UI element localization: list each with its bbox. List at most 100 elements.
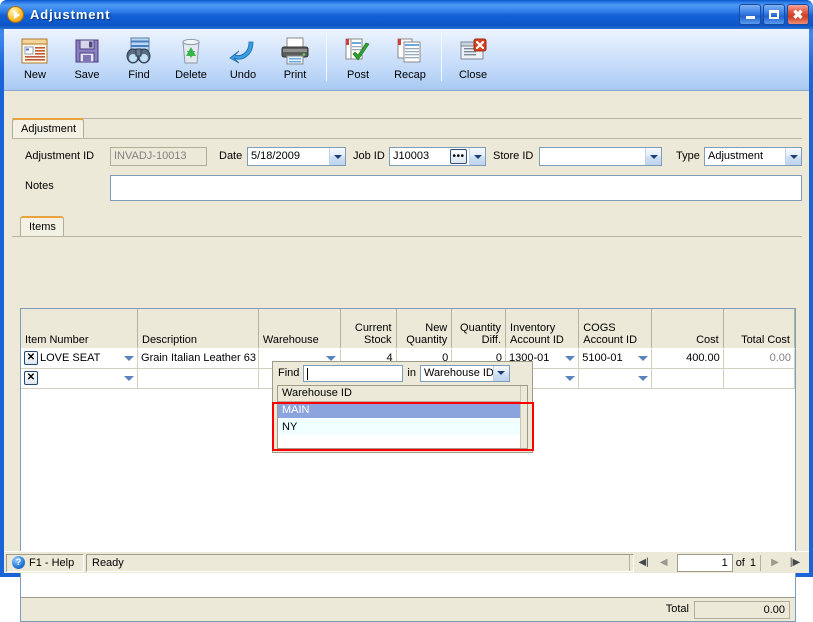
grid-cell-cogs_account_id[interactable]: [579, 369, 653, 388]
date-value: 5/18/2009: [251, 150, 300, 162]
next-record-icon[interactable]: ▶: [765, 554, 785, 572]
toolbar-label: Close: [458, 69, 488, 81]
cell-dropdown-icon[interactable]: [635, 351, 650, 366]
toolbar-save-button[interactable]: Save: [61, 29, 113, 87]
notes-field[interactable]: [110, 175, 802, 201]
record-navigator: ◀| ◀ 1 of 1 ▶ |▶: [625, 553, 805, 573]
undo-arrow-icon: [227, 34, 259, 68]
tab-label: Adjustment: [21, 123, 77, 135]
find-row: Find in Warehouse ID: [273, 362, 532, 384]
floppy-disk-icon: [72, 34, 102, 68]
toolbar-undo-button[interactable]: Undo: [217, 29, 269, 87]
grid-cell-cost[interactable]: [652, 369, 724, 388]
toolbar-separator: [326, 33, 327, 81]
delete-row-icon[interactable]: ✕: [24, 371, 38, 386]
header-line-1: [142, 322, 254, 334]
job-id-lookup-button[interactable]: •••: [450, 149, 467, 164]
first-record-icon[interactable]: ◀|: [634, 554, 654, 572]
toolbar-label: Delete: [175, 69, 207, 81]
cell-dropdown-icon[interactable]: [562, 351, 577, 366]
toolbar-recap-button[interactable]: Recap: [384, 29, 436, 87]
toolbar-post-button[interactable]: Post: [332, 29, 384, 87]
header-line-2: Account ID: [510, 334, 564, 346]
header-line-1: [25, 322, 133, 334]
grid-cell-description[interactable]: [138, 369, 259, 388]
job-id-dropdown-icon[interactable]: [469, 148, 485, 165]
cell-dropdown-icon[interactable]: [121, 371, 136, 386]
warehouse-options: MAIN NY: [278, 402, 527, 436]
header-line-1: New: [425, 322, 448, 334]
grid-header-cost[interactable]: Cost: [652, 309, 724, 348]
warehouse-find-popup: Find in Warehouse ID Warehouse ID MAIN NY: [272, 361, 533, 453]
tab-items[interactable]: Items: [20, 216, 64, 236]
grid-header-new_quantity[interactable]: New Quantity: [396, 309, 453, 348]
cell-text: 0.00: [769, 352, 791, 364]
recycle-bin-icon: [177, 34, 205, 68]
header-line-2: Diff.: [481, 334, 502, 346]
grid-cell-description[interactable]: Grain Italian Leather 63 ]: [138, 349, 259, 368]
close-button[interactable]: ✖: [787, 4, 809, 25]
grid-cell-item_number[interactable]: ✕ LOVE SEAT: [21, 349, 139, 368]
in-label: in: [407, 367, 416, 379]
date-field[interactable]: 5/18/2009: [247, 147, 346, 166]
find-input[interactable]: [303, 364, 404, 382]
last-record-icon[interactable]: |▶: [785, 554, 805, 572]
grid-header-inventory_account_id[interactable]: Inventory Account ID: [506, 309, 580, 348]
grid-cell-cogs_account_id[interactable]: 5100-01: [579, 349, 653, 368]
toolbar-new-button[interactable]: New: [9, 29, 61, 87]
toolbar-print-button[interactable]: Print: [269, 29, 321, 87]
grid-header-quantity_diff[interactable]: Quantity Diff.: [452, 309, 507, 348]
grid-header-current_stock[interactable]: Current Stock: [340, 309, 397, 348]
warehouse-list-header: Warehouse ID: [278, 386, 527, 402]
toolbar-find-button[interactable]: Find: [113, 29, 165, 87]
cell-dropdown-icon[interactable]: [562, 371, 577, 386]
maximize-button[interactable]: [763, 4, 785, 25]
type-dropdown-icon[interactable]: [785, 148, 801, 165]
header-line-2: Item Number: [25, 334, 89, 346]
type-field[interactable]: Adjustment: [704, 147, 802, 166]
tab-adjustment[interactable]: Adjustment: [12, 118, 84, 138]
total-value: 0.00: [694, 601, 790, 619]
grid-header-cogs_account_id[interactable]: COGS Account ID: [579, 309, 653, 348]
grid-cell-cost[interactable]: 400.00: [652, 349, 724, 368]
grid-cell-item_number[interactable]: ✕: [21, 369, 139, 388]
grid-header-warehouse[interactable]: Warehouse: [258, 309, 341, 348]
total-pages: 1: [749, 556, 756, 569]
status-bar: ? F1 - Help Ready ◀| ◀ 1 of 1 ▶ |▶: [4, 551, 809, 573]
new-document-icon: [19, 34, 51, 68]
warehouse-option[interactable]: NY: [278, 419, 527, 436]
help-hint[interactable]: ? F1 - Help: [6, 553, 84, 572]
find-field-selector[interactable]: Warehouse ID: [419, 364, 510, 382]
nav-separator: [628, 554, 630, 571]
delete-row-icon[interactable]: ✕: [24, 351, 38, 366]
job-id-field[interactable]: J10003 •••: [389, 147, 486, 166]
date-label: Date: [219, 150, 243, 162]
grid-header-item_number[interactable]: Item Number: [21, 309, 138, 348]
toolbar-label: Undo: [229, 69, 257, 81]
grid-header-total_cost[interactable]: Total Cost: [723, 309, 795, 348]
current-page-field[interactable]: 1: [676, 553, 733, 572]
toolbar-delete-button[interactable]: Delete: [165, 29, 217, 87]
binoculars-icon: [123, 34, 155, 68]
minimize-button[interactable]: [739, 4, 761, 25]
cell-dropdown-icon[interactable]: [121, 351, 136, 366]
date-dropdown-icon[interactable]: [329, 148, 345, 165]
application-window: Adjustment ✖ New Save Find Delete Undo P…: [0, 0, 813, 622]
toolbar-label: Find: [128, 69, 150, 81]
play-circle-icon: [7, 6, 24, 23]
toolbar-close-button[interactable]: Close: [447, 29, 499, 87]
store-id-field[interactable]: [539, 147, 662, 166]
total-label: Total: [665, 603, 689, 615]
list-scrollbar[interactable]: [520, 386, 527, 448]
grid-cell-total_cost[interactable]: 0.00: [724, 349, 795, 368]
toolbar-label: Save: [74, 69, 100, 81]
grid-cell-total_cost[interactable]: [724, 369, 795, 388]
warehouse-option[interactable]: MAIN: [278, 402, 527, 419]
find-field-dropdown-icon[interactable]: [492, 365, 509, 381]
help-label: F1 - Help: [29, 556, 75, 569]
of-label: of: [735, 556, 745, 569]
previous-record-icon[interactable]: ◀: [654, 554, 674, 572]
cell-dropdown-icon[interactable]: [635, 371, 650, 386]
grid-header-description[interactable]: Description: [138, 309, 259, 348]
store-id-dropdown-icon[interactable]: [645, 148, 661, 165]
